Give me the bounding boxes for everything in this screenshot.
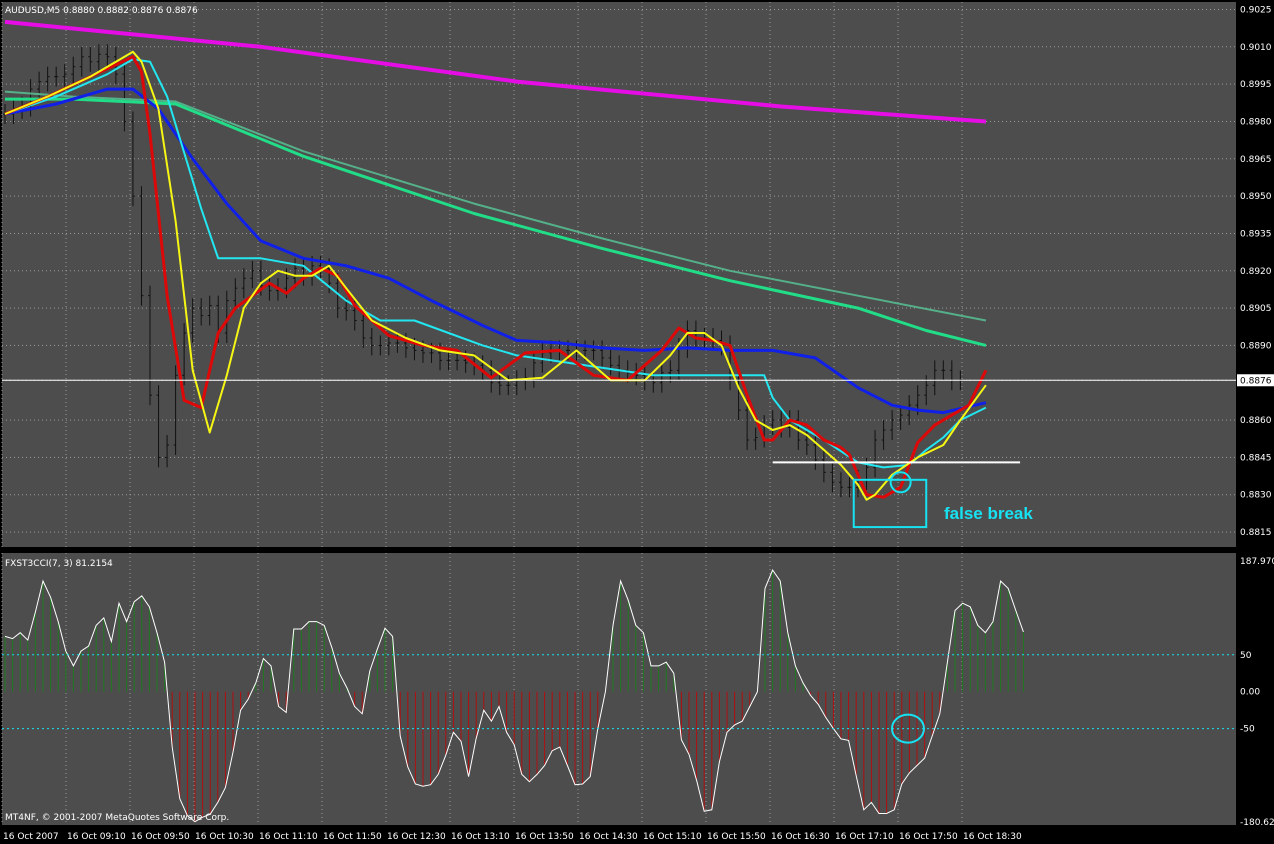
price-tick-label: 0.8905 bbox=[1240, 304, 1272, 314]
time-tick-label: 16 Oct 16:30 bbox=[771, 832, 830, 842]
time-tick-label: 16 Oct 09:50 bbox=[131, 832, 190, 842]
cci-tick-label: 0.00 bbox=[1240, 688, 1260, 698]
indicator-pane-header: FXST3CCI(7, 3) 81.2154 bbox=[5, 559, 113, 569]
time-tick-label: 16 Oct 10:30 bbox=[195, 832, 254, 842]
time-tick-label: 16 Oct 09:10 bbox=[67, 832, 126, 842]
false-break-label: false break bbox=[944, 504, 1033, 523]
time-tick-label: 16 Oct 15:50 bbox=[707, 832, 766, 842]
price-tick-label: 0.9010 bbox=[1240, 43, 1272, 53]
copyright: MT4NF, © 2001-2007 MetaQuotes Software C… bbox=[5, 813, 229, 823]
time-tick-label: 16 Oct 11:50 bbox=[323, 832, 382, 842]
price-tick-label: 0.8995 bbox=[1240, 80, 1272, 90]
time-tick-label: 16 Oct 17:10 bbox=[835, 832, 894, 842]
time-tick-label: 16 Oct 2007 bbox=[3, 832, 59, 842]
price-tick-label: 0.8950 bbox=[1240, 192, 1272, 202]
cci-tick-label: 50 bbox=[1240, 651, 1252, 661]
price-tick-label: 0.8845 bbox=[1240, 453, 1272, 463]
cci-tick-label: -50 bbox=[1240, 725, 1255, 735]
price-tick-label: 0.8965 bbox=[1240, 155, 1272, 165]
price-tick-label: 0.8920 bbox=[1240, 267, 1272, 277]
time-tick-label: 16 Oct 12:30 bbox=[387, 832, 446, 842]
trading-chart: 0.9025 0.9010 0.8995 0.8980 0.8965 0.8950 0.89… bbox=[0, 0, 1274, 844]
time-tick-label: 16 Oct 13:10 bbox=[451, 832, 510, 842]
time-tick-label: 16 Oct 15:10 bbox=[643, 832, 702, 842]
current-price-label: 0.8876 bbox=[1240, 376, 1272, 386]
time-tick-label: 16 Oct 14:30 bbox=[579, 832, 638, 842]
price-tick-label: 0.8815 bbox=[1240, 528, 1272, 538]
time-tick-label: 16 Oct 11:10 bbox=[259, 832, 318, 842]
price-tick-label: 0.8860 bbox=[1240, 416, 1272, 426]
price-tick-label: 0.8890 bbox=[1240, 341, 1272, 351]
price-tick-label: 0.8980 bbox=[1240, 117, 1272, 127]
price-tick-label: 0.9025 bbox=[1240, 5, 1272, 15]
cci-tick-label: 187.970 bbox=[1240, 557, 1274, 567]
price-tick-label: 0.8935 bbox=[1240, 229, 1272, 239]
cci-tick-label: -180.628 bbox=[1240, 818, 1274, 828]
price-pane-header: AUDUSD,M5 0.8880 0.8882 0.8876 0.8876 bbox=[5, 6, 198, 16]
time-tick-label: 16 Oct 18:30 bbox=[963, 832, 1022, 842]
price-tick-label: 0.8830 bbox=[1240, 491, 1272, 501]
time-tick-label: 16 Oct 17:50 bbox=[899, 832, 958, 842]
time-tick-label: 16 Oct 13:50 bbox=[515, 832, 574, 842]
